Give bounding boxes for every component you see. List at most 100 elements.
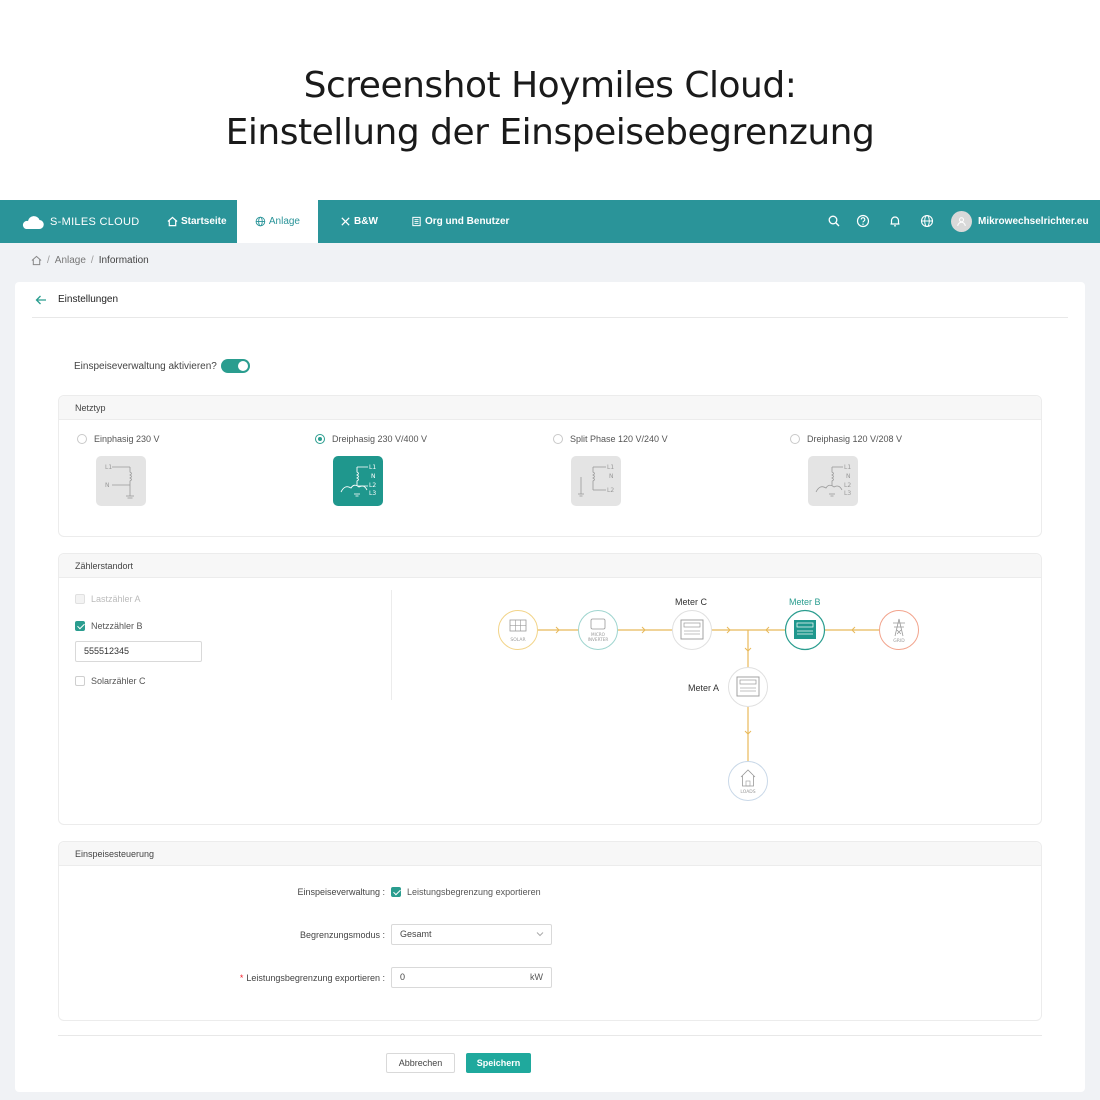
settings-card: Einstellungen Einspeiseverwaltung aktivi…: [15, 282, 1085, 1092]
feed-in-toggle-switch[interactable]: [220, 359, 250, 373]
tools-icon: [341, 217, 350, 226]
chevron-down-icon: [536, 932, 544, 937]
top-navigation-bar: S-MILES CLOUD Startseite Anlage B&W Org …: [0, 200, 1100, 243]
export-limit-option[interactable]: Leistungsbegrenzung exportieren: [391, 887, 541, 897]
language-globe-icon[interactable]: [920, 214, 934, 228]
cancel-button[interactable]: Abbrechen: [386, 1053, 455, 1073]
home-icon[interactable]: [31, 255, 42, 266]
grid-option-label: Dreiphasig 120 V/208 V: [807, 434, 903, 444]
meter-c-label: Meter C: [675, 597, 708, 607]
document-icon: [412, 216, 421, 227]
export-limit-option-label: Leistungsbegrenzung exportieren: [407, 887, 541, 897]
nav-bw-label: B&W: [354, 216, 378, 227]
radio-dreiphasig-208[interactable]: [790, 434, 800, 444]
grid-tower-icon: GRID: [879, 610, 919, 650]
svg-text:N: N: [846, 473, 851, 480]
svg-text:N: N: [371, 473, 376, 480]
grid-diagram-dreiphasig-208[interactable]: L1 N L2 L3: [808, 456, 858, 506]
user-name[interactable]: Mikrowechselrichter.eu: [978, 200, 1089, 243]
loads-house-icon: LOADS: [728, 761, 768, 801]
meter-location-diagram: SOLAR MICRO INVERTER GRID LOADS: [498, 609, 919, 801]
search-icon[interactable]: [827, 214, 841, 228]
limit-mode-select[interactable]: Gesamt: [391, 924, 552, 945]
feed-in-toggle-row: Einspeiseverwaltung aktivieren?: [74, 359, 250, 373]
app-screen: S-MILES CLOUD Startseite Anlage B&W Org …: [0, 200, 1100, 1100]
wiring-diagram-icon: L1 N L2 L3: [815, 464, 851, 497]
radio-dreiphasig-400[interactable]: [315, 434, 325, 444]
netztyp-panel: Netztyp Einphasig 230 V Dreiphasig 230 V…: [58, 395, 1042, 537]
cloud-icon: [22, 215, 44, 229]
svg-text:N: N: [609, 473, 614, 480]
svg-text:GRID: GRID: [893, 638, 905, 644]
grid-option-split-phase[interactable]: Split Phase 120 V/240 V: [553, 434, 668, 444]
nav-org-benutzer[interactable]: Org und Benutzer: [411, 200, 509, 243]
grid-diagram-einphasig[interactable]: L1 N: [96, 456, 146, 506]
back-arrow-icon[interactable]: [34, 293, 48, 307]
save-button[interactable]: Speichern: [466, 1053, 531, 1073]
svg-text:L3: L3: [844, 490, 851, 497]
wiring-diagram-icon: L1 N L2: [578, 464, 614, 497]
wiring-diagram-icon: L1 N L2 L3: [340, 464, 376, 497]
svg-text:N: N: [105, 482, 110, 489]
nav-org-label: Org und Benutzer: [425, 216, 510, 227]
micro-inverter-icon: MICRO INVERTER: [578, 610, 618, 650]
caption-line-2: Einstellung der Einspeisebegrenzung: [225, 112, 875, 153]
limit-mode-label: Begrenzungsmodus :: [299, 930, 385, 940]
caption-line-1: Screenshot Hoymiles Cloud:: [303, 65, 797, 106]
grid-option-dreiphasig-400[interactable]: Dreiphasig 230 V/400 V: [315, 434, 427, 444]
meter-b-label: Meter B: [789, 597, 821, 607]
nav-startseite-label: Startseite: [181, 216, 227, 227]
checkbox-export-limit[interactable]: [391, 887, 401, 897]
grid-option-label: Split Phase 120 V/240 V: [570, 434, 668, 444]
svg-text:L1: L1: [844, 464, 851, 471]
grid-diagram-split-phase[interactable]: L1 N L2: [571, 456, 621, 506]
avatar[interactable]: [951, 211, 972, 232]
meter-c-icon: [672, 610, 712, 650]
svg-text:LOADS: LOADS: [740, 789, 755, 795]
feed-in-toggle-label: Einspeiseverwaltung aktivieren?: [74, 360, 217, 372]
radio-split-phase[interactable]: [553, 434, 563, 444]
breadcrumb-anlage[interactable]: Anlage: [55, 255, 86, 266]
breadcrumb: / Anlage / Information: [31, 255, 149, 266]
export-limit-value: 0: [400, 972, 406, 982]
grid-option-dreiphasig-208[interactable]: Dreiphasig 120 V/208 V: [790, 434, 902, 444]
svg-text:L2: L2: [369, 482, 376, 489]
nav-anlage-label: Anlage: [268, 216, 300, 227]
brand-logo[interactable]: S-MILES CLOUD: [20, 200, 139, 243]
svg-text:L2: L2: [844, 482, 851, 489]
required-marker: *: [239, 973, 244, 983]
einspeisesteuerung-panel: Einspeisesteuerung Einspeiseverwaltung :…: [58, 841, 1042, 1021]
page-caption: Screenshot Hoymiles Cloud: Einstellung d…: [0, 62, 1100, 156]
svg-text:L1: L1: [607, 464, 614, 471]
wiring-diagram-icon: L1 N: [105, 464, 134, 499]
home-icon: [167, 216, 178, 227]
card-header: Einstellungen: [32, 282, 1068, 318]
nav-startseite[interactable]: Startseite: [167, 200, 227, 243]
limit-mode-value: Gesamt: [400, 929, 432, 939]
grid-diagram-dreiphasig-400[interactable]: L1 N L2 L3: [333, 456, 383, 506]
feed-in-management-label: Einspeiseverwaltung :: [297, 887, 385, 897]
svg-text:L3: L3: [369, 490, 376, 497]
user-icon: [957, 217, 966, 227]
netztyp-panel-title: Netztyp: [59, 396, 1041, 420]
zaehlerstandort-panel: Zählerstandort Lastzähler A Netzzähler B…: [58, 553, 1042, 825]
breadcrumb-separator: /: [90, 255, 94, 266]
export-limit-label-text: Leistungsbegrenzung exportieren :: [246, 973, 385, 983]
footer-divider: [58, 1035, 1042, 1036]
meter-b-icon: [784, 609, 826, 651]
help-icon[interactable]: [856, 214, 870, 228]
bell-icon[interactable]: [888, 214, 902, 228]
meter-a-label: Meter A: [688, 683, 720, 693]
svg-text:L2: L2: [607, 487, 614, 494]
grid-option-einphasig[interactable]: Einphasig 230 V: [77, 434, 160, 444]
export-limit-unit: kW: [530, 972, 543, 982]
meter-a-icon: [728, 667, 768, 707]
breadcrumb-information: Information: [98, 255, 149, 266]
nav-bw[interactable]: B&W: [340, 200, 378, 243]
grid-option-label: Dreiphasig 230 V/400 V: [332, 434, 428, 444]
radio-einphasig[interactable]: [77, 434, 87, 444]
svg-text:INVERTER: INVERTER: [588, 637, 609, 642]
export-limit-input[interactable]: 0 kW: [391, 967, 552, 988]
card-title: Einstellungen: [58, 294, 119, 305]
nav-anlage[interactable]: Anlage: [237, 200, 318, 243]
